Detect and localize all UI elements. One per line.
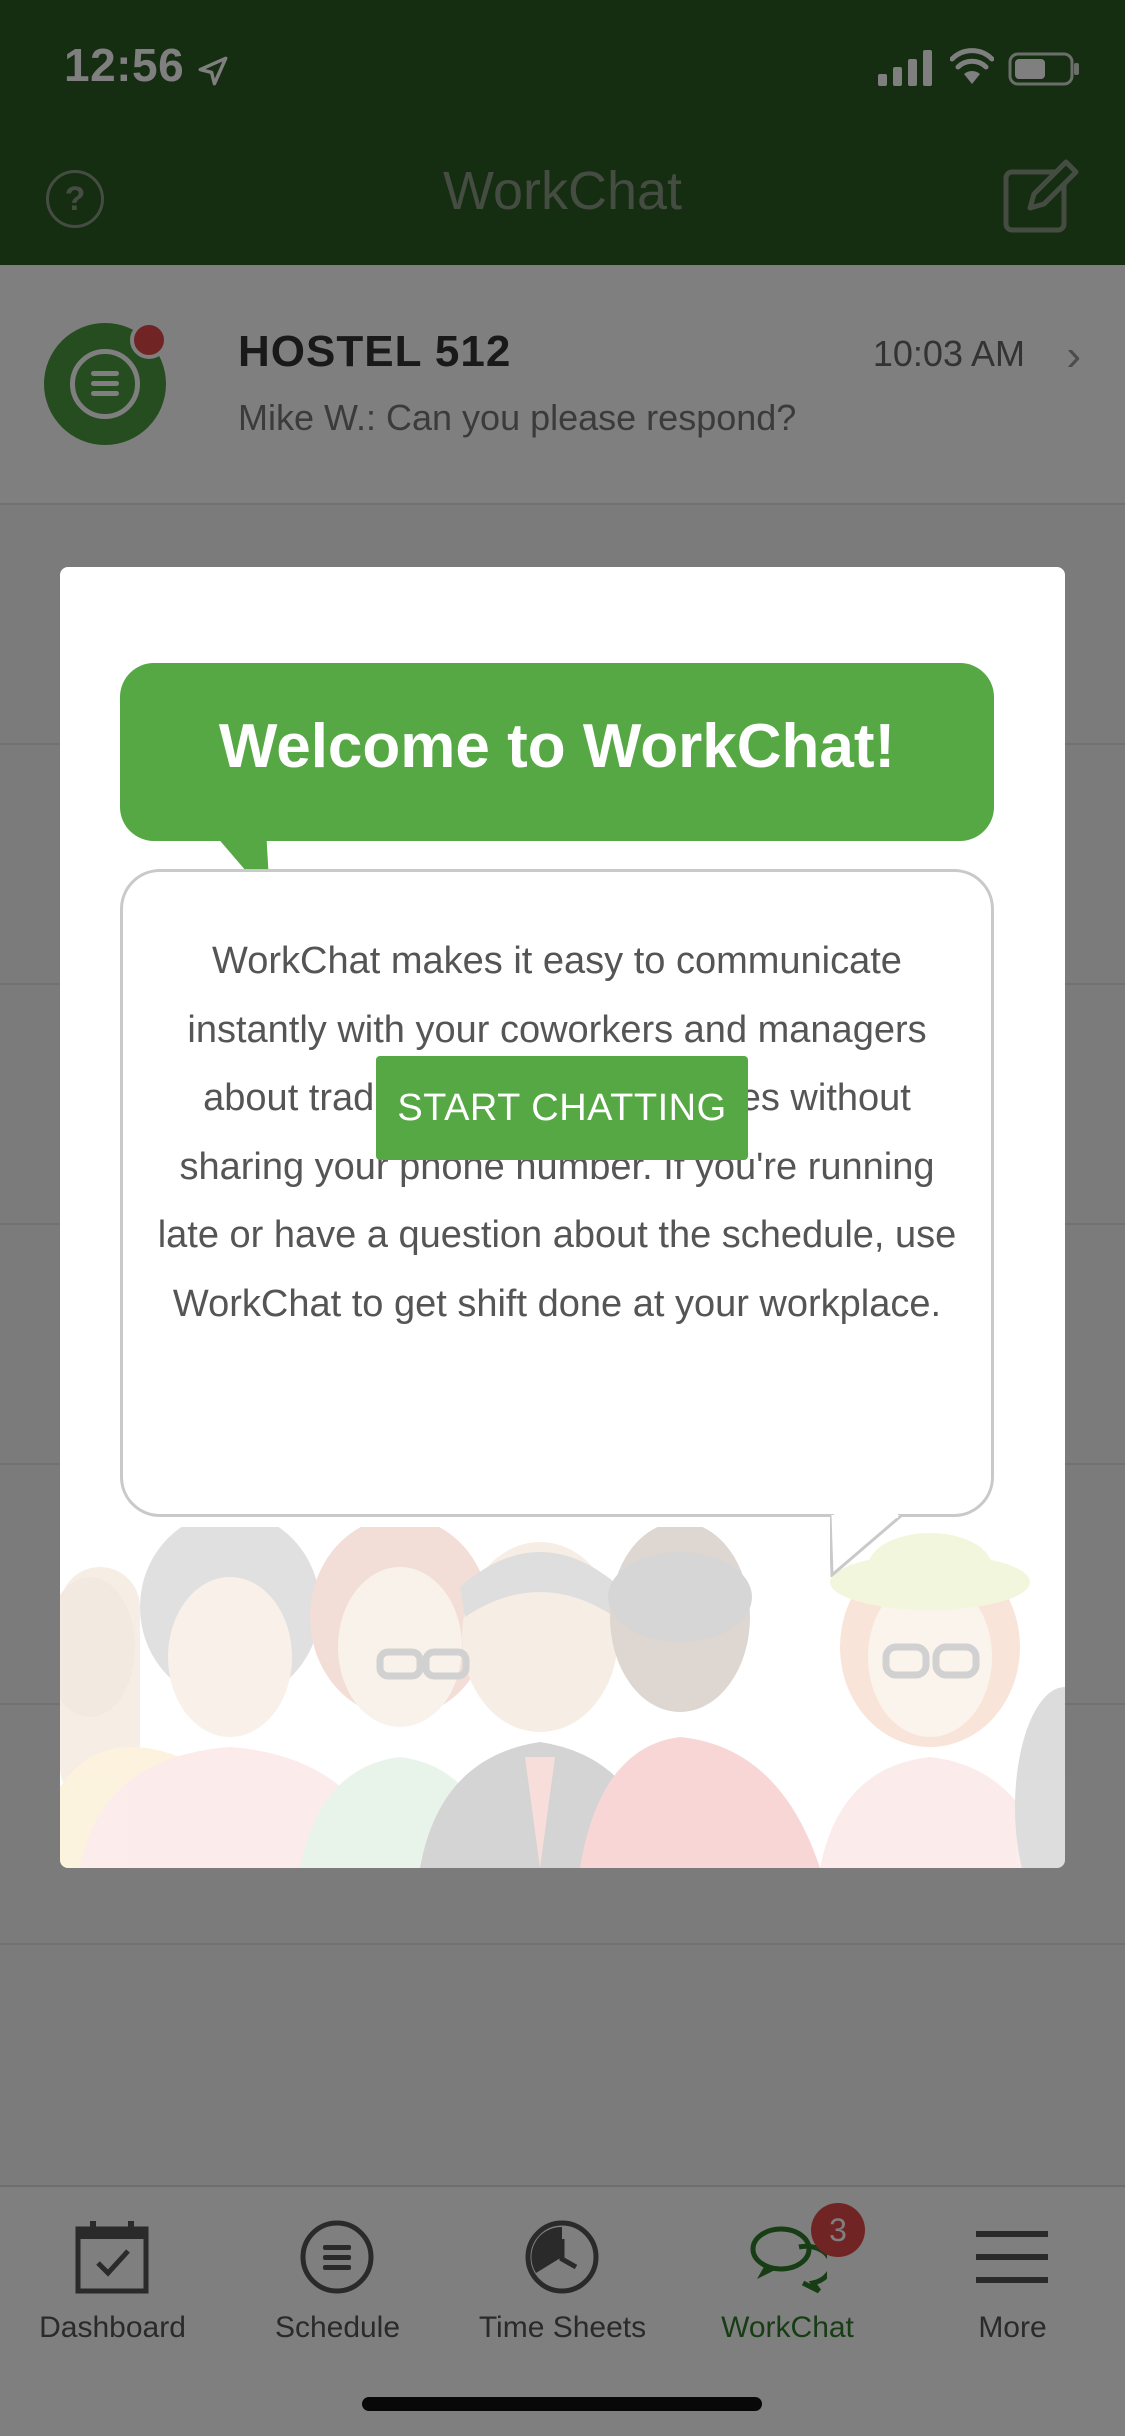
- modal-title: Welcome to WorkChat!: [218, 712, 896, 781]
- coworkers-illustration: [60, 1527, 1065, 1868]
- welcome-modal: Welcome to WorkChat! WorkChat makes it e…: [60, 567, 1065, 1868]
- start-chatting-button[interactable]: START CHATTING: [376, 1056, 748, 1160]
